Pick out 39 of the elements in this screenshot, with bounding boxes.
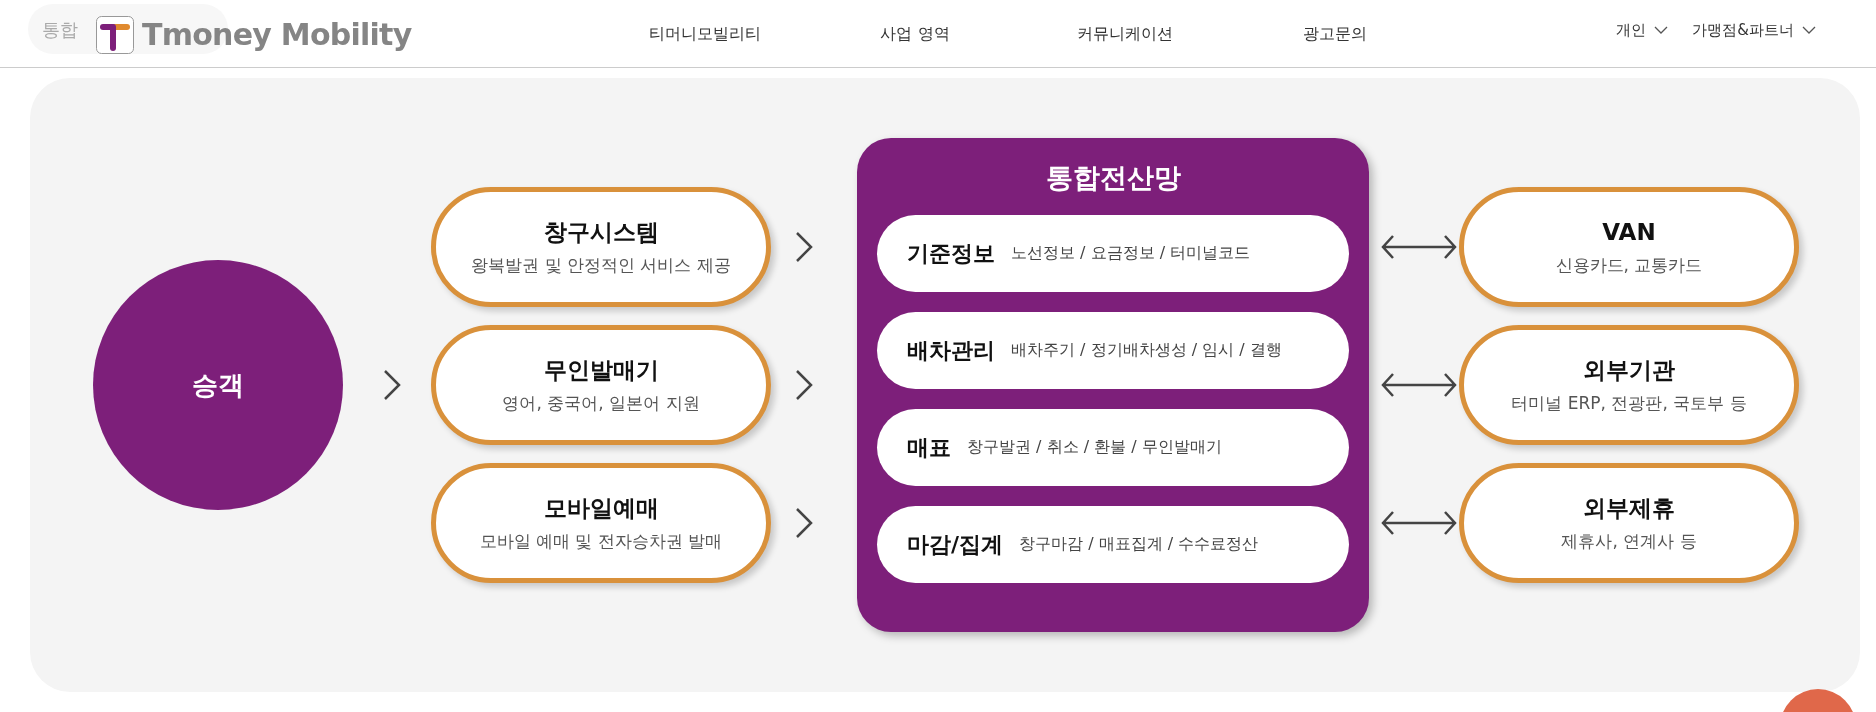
card-title: VAN (1602, 218, 1656, 247)
card-description: 영어, 중국어, 일본어 지원 (502, 392, 700, 414)
card-description: 제휴사, 연계사 등 (1561, 530, 1697, 552)
chevron-right-icon (383, 369, 401, 401)
card-title: 외부제휴 (1583, 494, 1675, 523)
chevron-right-icon (795, 507, 813, 539)
nav-link[interactable]: 커뮤니케이션 (1020, 22, 1230, 46)
row-label: 매표 (907, 433, 951, 462)
nav-link[interactable]: 사업 영역 (810, 22, 1020, 46)
chevron-right-icon (795, 231, 813, 263)
card-description: 모바일 예매 및 전자승차권 발매 (479, 530, 723, 552)
card-description: 신용카드, 교통카드 (1555, 254, 1703, 276)
card-description: 터미널 ERP, 전광판, 국토부 등 (1511, 392, 1747, 414)
caret-icon (1654, 26, 1669, 34)
card-title: 무인발매기 (543, 356, 659, 385)
passenger-label: 승객 (192, 368, 244, 402)
card-description: 왕복발권 및 안정적인 서비스 제공 (471, 254, 731, 276)
dropdown-menu[interactable]: 개인 (1616, 18, 1669, 42)
caret-icon (1802, 26, 1816, 34)
card-title: 모바일예매 (543, 494, 659, 523)
card-title: 외부기관 (1583, 356, 1675, 385)
dropdown-menu[interactable]: 가맹점&파트너 (1692, 18, 1816, 42)
chevron-right-icon (795, 369, 813, 401)
faded-title: 통합 (42, 17, 78, 42)
nav-link[interactable]: 광고문의 (1230, 22, 1440, 46)
row-description: 배차주기 / 정기배차생성 / 임시 / 결행 (1011, 339, 1282, 361)
row-description: 창구마감 / 매표집계 / 수수료정산 (1019, 533, 1259, 555)
double-arrow-icon (1381, 510, 1457, 536)
card-title: 창구시스템 (543, 218, 659, 247)
nav-link[interactable]: 티머니모빌리티 (600, 22, 810, 46)
double-arrow-icon (1381, 372, 1457, 398)
double-arrow-icon (1381, 234, 1457, 260)
row-label: 마감/집계 (907, 530, 1004, 559)
row-description: 창구발권 / 취소 / 환불 / 무인발매기 (967, 436, 1222, 458)
row-label: 배차관리 (907, 336, 995, 365)
logo-text: Tmoney Mobility (142, 16, 412, 54)
row-label: 기준정보 (907, 239, 995, 268)
row-description: 노선정보 / 요금정보 / 터미널코드 (1011, 242, 1251, 264)
network-title: 통합전산망 (1045, 161, 1181, 195)
